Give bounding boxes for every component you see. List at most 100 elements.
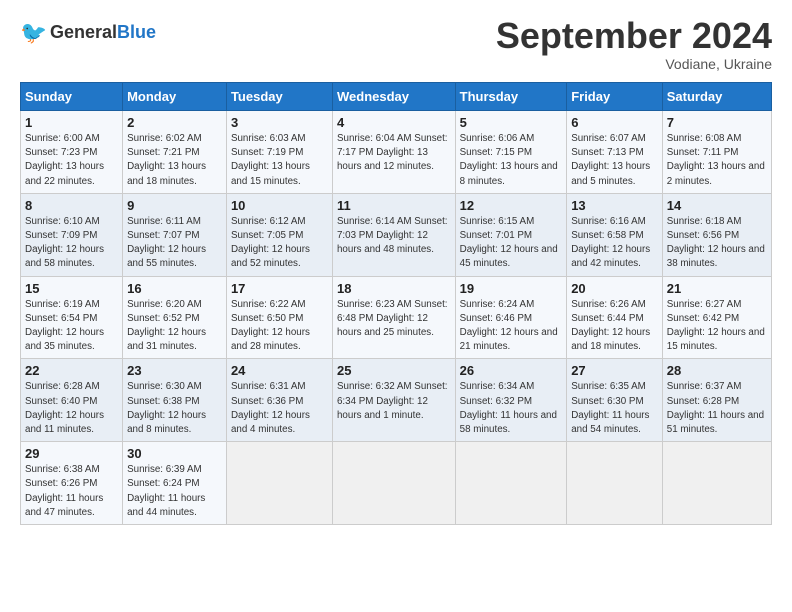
day-number: 2 [127, 115, 222, 130]
day-info: Sunrise: 6:03 AM Sunset: 7:19 PM Dayligh… [231, 132, 328, 189]
logo-general: General [50, 22, 117, 42]
table-row: 3 Sunrise: 6:03 AM Sunset: 7:19 PM Daylig… [226, 111, 332, 194]
calendar-week-row: 29 Sunrise: 6:38 AM Sunset: 6:26 PM Dayli… [21, 442, 772, 525]
day-number: 3 [231, 115, 328, 130]
day-info: Sunrise: 6:24 AM Sunset: 6:46 PM Dayligh… [460, 298, 563, 355]
table-row: 17 Sunrise: 6:22 AM Sunset: 6:50 PM Dayli… [226, 276, 332, 359]
table-row [332, 442, 455, 525]
day-info: Sunrise: 6:30 AM Sunset: 6:38 PM Dayligh… [127, 380, 222, 437]
day-number: 6 [571, 115, 658, 130]
table-row [226, 442, 332, 525]
day-number: 12 [460, 198, 563, 213]
table-row: 13 Sunrise: 6:16 AM Sunset: 6:58 PM Dayli… [567, 193, 663, 276]
table-row: 29 Sunrise: 6:38 AM Sunset: 6:26 PM Dayli… [21, 442, 123, 525]
logo-icon: 🐦 [20, 18, 48, 46]
location: Vodiane, Ukraine [496, 56, 772, 72]
logo-blue: Blue [117, 22, 156, 42]
table-row: 8Sunrise: 6:10 AM Sunset: 7:09 PM Daylig… [21, 193, 123, 276]
logo-text: GeneralBlue [50, 23, 156, 41]
table-row: 5 Sunrise: 6:06 AM Sunset: 7:15 PM Daylig… [455, 111, 567, 194]
day-number: 13 [571, 198, 658, 213]
col-saturday: Saturday [662, 83, 771, 111]
col-thursday: Thursday [455, 83, 567, 111]
day-number: 8 [25, 198, 118, 213]
calendar-week-row: 22Sunrise: 6:28 AM Sunset: 6:40 PM Dayli… [21, 359, 772, 442]
calendar-header-row: Sunday Monday Tuesday Wednesday Thursday… [21, 83, 772, 111]
day-number: 5 [460, 115, 563, 130]
day-info: Sunrise: 6:02 AM Sunset: 7:21 PM Dayligh… [127, 132, 222, 189]
table-row: 21Sunrise: 6:27 AM Sunset: 6:42 PM Dayli… [662, 276, 771, 359]
month-title: September 2024 [496, 18, 772, 54]
day-number: 19 [460, 281, 563, 296]
day-number: 30 [127, 446, 222, 461]
page: 🐦 GeneralBlue September 2024 Vodiane, Uk… [0, 0, 792, 535]
table-row: 2 Sunrise: 6:02 AM Sunset: 7:21 PM Daylig… [123, 111, 227, 194]
day-info: Sunrise: 6:31 AM Sunset: 6:36 PM Dayligh… [231, 380, 328, 437]
day-info: Sunrise: 6:39 AM Sunset: 6:24 PM Dayligh… [127, 463, 222, 520]
col-wednesday: Wednesday [332, 83, 455, 111]
day-info: Sunrise: 6:28 AM Sunset: 6:40 PM Dayligh… [25, 380, 118, 437]
day-number: 25 [337, 363, 451, 378]
table-row: 26Sunrise: 6:34 AM Sunset: 6:32 PM Dayli… [455, 359, 567, 442]
table-row: 12 Sunrise: 6:15 AM Sunset: 7:01 PM Dayli… [455, 193, 567, 276]
day-number: 29 [25, 446, 118, 461]
table-row [455, 442, 567, 525]
table-row: 11 Sunrise: 6:14 AM Sunset: 7:03 PM Dayli… [332, 193, 455, 276]
table-row: 30 Sunrise: 6:39 AM Sunset: 6:24 PM Dayli… [123, 442, 227, 525]
day-info: Sunrise: 6:27 AM Sunset: 6:42 PM Dayligh… [667, 298, 767, 355]
day-number: 11 [337, 198, 451, 213]
day-info: Sunrise: 6:15 AM Sunset: 7:01 PM Dayligh… [460, 215, 563, 272]
table-row: 14Sunrise: 6:18 AM Sunset: 6:56 PM Dayli… [662, 193, 771, 276]
day-info: Sunrise: 6:16 AM Sunset: 6:58 PM Dayligh… [571, 215, 658, 272]
table-row: 22Sunrise: 6:28 AM Sunset: 6:40 PM Dayli… [21, 359, 123, 442]
calendar-week-row: 15Sunrise: 6:19 AM Sunset: 6:54 PM Dayli… [21, 276, 772, 359]
day-info: Sunrise: 6:38 AM Sunset: 6:26 PM Dayligh… [25, 463, 118, 520]
table-row: 24 Sunrise: 6:31 AM Sunset: 6:36 PM Dayli… [226, 359, 332, 442]
svg-text:🐦: 🐦 [20, 20, 47, 45]
day-number: 27 [571, 363, 658, 378]
table-row [567, 442, 663, 525]
day-number: 9 [127, 198, 222, 213]
day-info: Sunrise: 6:34 AM Sunset: 6:32 PM Dayligh… [460, 380, 563, 437]
calendar-table: Sunday Monday Tuesday Wednesday Thursday… [20, 82, 772, 525]
table-row: 6Sunrise: 6:07 AM Sunset: 7:13 PM Daylig… [567, 111, 663, 194]
day-number: 15 [25, 281, 118, 296]
table-row: 7Sunrise: 6:08 AM Sunset: 7:11 PM Daylig… [662, 111, 771, 194]
table-row: 28 Sunrise: 6:37 AM Sunset: 6:28 PM Dayli… [662, 359, 771, 442]
day-info: Sunrise: 6:37 AM Sunset: 6:28 PM Dayligh… [667, 380, 767, 437]
day-number: 28 [667, 363, 767, 378]
col-tuesday: Tuesday [226, 83, 332, 111]
day-info: Sunrise: 6:23 AM Sunset: 6:48 PM Dayligh… [337, 298, 451, 341]
day-info: Sunrise: 6:12 AM Sunset: 7:05 PM Dayligh… [231, 215, 328, 272]
table-row: 20Sunrise: 6:26 AM Sunset: 6:44 PM Dayli… [567, 276, 663, 359]
table-row: 10 Sunrise: 6:12 AM Sunset: 7:05 PM Dayli… [226, 193, 332, 276]
day-info: Sunrise: 6:22 AM Sunset: 6:50 PM Dayligh… [231, 298, 328, 355]
day-info: Sunrise: 6:32 AM Sunset: 6:34 PM Dayligh… [337, 380, 451, 423]
header: 🐦 GeneralBlue September 2024 Vodiane, Uk… [20, 18, 772, 72]
day-number: 17 [231, 281, 328, 296]
day-number: 20 [571, 281, 658, 296]
calendar-body: 1 Sunrise: 6:00 AM Sunset: 7:23 PM Daylig… [21, 111, 772, 525]
table-row: 25 Sunrise: 6:32 AM Sunset: 6:34 PM Dayli… [332, 359, 455, 442]
day-number: 24 [231, 363, 328, 378]
table-row: 23 Sunrise: 6:30 AM Sunset: 6:38 PM Dayli… [123, 359, 227, 442]
calendar-week-row: 8Sunrise: 6:10 AM Sunset: 7:09 PM Daylig… [21, 193, 772, 276]
day-info: Sunrise: 6:06 AM Sunset: 7:15 PM Dayligh… [460, 132, 563, 189]
day-number: 23 [127, 363, 222, 378]
day-number: 7 [667, 115, 767, 130]
table-row: 18Sunrise: 6:23 AM Sunset: 6:48 PM Dayli… [332, 276, 455, 359]
col-friday: Friday [567, 83, 663, 111]
day-info: Sunrise: 6:35 AM Sunset: 6:30 PM Dayligh… [571, 380, 658, 437]
day-number: 1 [25, 115, 118, 130]
day-info: Sunrise: 6:14 AM Sunset: 7:03 PM Dayligh… [337, 215, 451, 258]
day-number: 16 [127, 281, 222, 296]
table-row: 15Sunrise: 6:19 AM Sunset: 6:54 PM Dayli… [21, 276, 123, 359]
day-number: 10 [231, 198, 328, 213]
day-info: Sunrise: 6:11 AM Sunset: 7:07 PM Dayligh… [127, 215, 222, 272]
day-number: 4 [337, 115, 451, 130]
calendar-week-row: 1 Sunrise: 6:00 AM Sunset: 7:23 PM Daylig… [21, 111, 772, 194]
day-info: Sunrise: 6:20 AM Sunset: 6:52 PM Dayligh… [127, 298, 222, 355]
day-info: Sunrise: 6:00 AM Sunset: 7:23 PM Dayligh… [25, 132, 118, 189]
table-row: 1 Sunrise: 6:00 AM Sunset: 7:23 PM Daylig… [21, 111, 123, 194]
day-info: Sunrise: 6:04 AM Sunset: 7:17 PM Dayligh… [337, 132, 451, 175]
